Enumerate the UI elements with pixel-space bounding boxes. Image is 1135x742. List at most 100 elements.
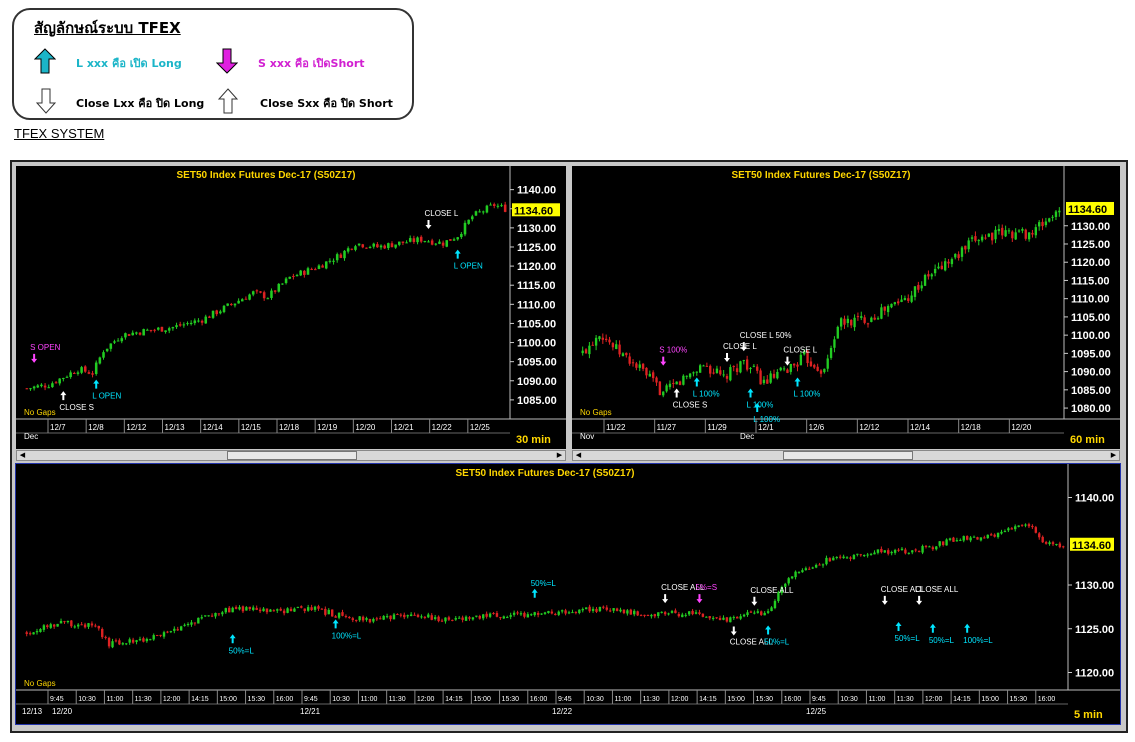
- scroll-right-icon[interactable]: ▶: [554, 451, 565, 460]
- candle-body: [492, 204, 496, 207]
- scrollbar-30min[interactable]: ◀ ▶: [16, 450, 566, 461]
- signal-label: CLOSE L: [723, 342, 757, 351]
- candle-body: [964, 245, 967, 250]
- scroll-left-icon[interactable]: ◀: [17, 451, 28, 460]
- candle-body: [972, 536, 976, 538]
- candle-body: [217, 613, 221, 615]
- candle-body: [746, 612, 749, 616]
- candle-body: [1017, 525, 1020, 527]
- candle-body: [977, 240, 980, 242]
- candle-body: [296, 606, 300, 608]
- candle-body: [1034, 227, 1037, 236]
- candle-body: [789, 363, 792, 372]
- scroll-right-icon[interactable]: ▶: [1108, 451, 1119, 460]
- candle-body: [766, 379, 769, 384]
- candle-body: [240, 299, 244, 302]
- scroll-left-icon[interactable]: ◀: [573, 451, 584, 460]
- candle-body: [208, 316, 211, 318]
- candle-body: [770, 607, 773, 612]
- candle-body: [445, 240, 449, 247]
- candle-body: [376, 244, 379, 248]
- candle-body: [186, 323, 189, 325]
- candle-body: [295, 275, 299, 277]
- candle-body: [124, 333, 127, 338]
- candle-body: [467, 219, 470, 224]
- candle-body: [776, 371, 779, 379]
- candle-body: [337, 612, 341, 618]
- candle-body: [708, 616, 711, 619]
- candle-body: [928, 546, 931, 548]
- candle-body: [588, 606, 591, 612]
- candle-body: [76, 372, 80, 374]
- candle-body: [234, 607, 238, 609]
- candle-body: [1048, 218, 1051, 222]
- candle-body: [866, 554, 869, 556]
- candle-body: [197, 617, 200, 624]
- candle-body: [94, 362, 98, 374]
- candle-body: [863, 317, 866, 323]
- candle-body: [980, 236, 984, 241]
- candle-body: [382, 616, 385, 620]
- arrow-up-filled-cyan-icon: [34, 48, 56, 74]
- x-tick-label: 12/7: [50, 423, 66, 432]
- candle-body: [255, 607, 258, 610]
- candle-body: [672, 382, 675, 384]
- candle-body: [128, 639, 131, 643]
- y-tick-label: 1090.00: [517, 376, 557, 388]
- y-tick-label: 1100.00: [1071, 330, 1110, 342]
- y-tick-label: 1105.00: [1071, 312, 1110, 324]
- scroll-thumb[interactable]: [227, 451, 357, 460]
- candle-body: [650, 614, 653, 617]
- x-tick-label: 10:30: [586, 696, 604, 703]
- candle-body: [73, 626, 76, 628]
- candle-body: [846, 318, 850, 324]
- x-tick-label: 9:45: [50, 696, 64, 703]
- candle-body: [1010, 528, 1013, 530]
- candle-body: [571, 612, 574, 614]
- candle-body: [876, 549, 880, 553]
- candle-body: [1031, 525, 1034, 528]
- last-price-label: 1134.60: [514, 205, 553, 217]
- candle-body: [701, 613, 705, 617]
- scrollbar-60min[interactable]: ◀ ▶: [572, 450, 1120, 461]
- candle-body: [503, 204, 507, 212]
- candle-body: [526, 614, 530, 618]
- candle-body: [1024, 229, 1027, 239]
- candle-body: [786, 369, 789, 373]
- signal-label: CLOSE L 50%: [740, 331, 792, 340]
- chart-panel-60min: SET50 Index Futures Dec-17 (S50Z17) 1130.…: [572, 166, 1120, 449]
- candle-body: [970, 237, 974, 239]
- candle-body: [118, 640, 121, 645]
- candle-body: [430, 615, 433, 620]
- candle-body: [125, 643, 128, 645]
- candle-body: [120, 338, 124, 342]
- candle-body: [255, 290, 259, 292]
- candle-body: [749, 367, 752, 370]
- candle-body: [303, 608, 306, 611]
- candle-body: [36, 385, 40, 388]
- signal-label: L 100%: [747, 400, 774, 409]
- candle-body: [189, 322, 193, 325]
- y-tick-label: 1130.00: [1071, 221, 1110, 233]
- candle-body: [335, 254, 339, 261]
- candle-body: [221, 612, 224, 615]
- candle-body: [262, 292, 266, 299]
- candle-body: [39, 629, 42, 632]
- candle-body: [389, 615, 392, 620]
- candle-body: [718, 617, 722, 621]
- candle-body: [987, 233, 991, 237]
- legend-close-long: Close Lxx คือ ปิด Long: [76, 97, 205, 110]
- x-tick-label: 11/27: [657, 423, 677, 432]
- x-tick-label: 12/6: [809, 423, 825, 432]
- scroll-thumb[interactable]: [783, 451, 913, 460]
- candle-body: [449, 239, 452, 241]
- candle-body: [320, 608, 324, 610]
- candle-body: [434, 243, 438, 245]
- chart-5min: SET50 Index Futures Dec-17 (S50Z17) 1140.…: [16, 464, 1120, 721]
- signal-arrow-icon: [93, 379, 100, 389]
- x-tick-label: 12/18: [961, 423, 982, 432]
- candle-body: [162, 632, 166, 637]
- candle-body: [578, 609, 581, 613]
- candle-body: [286, 608, 289, 613]
- candle-body: [313, 606, 317, 610]
